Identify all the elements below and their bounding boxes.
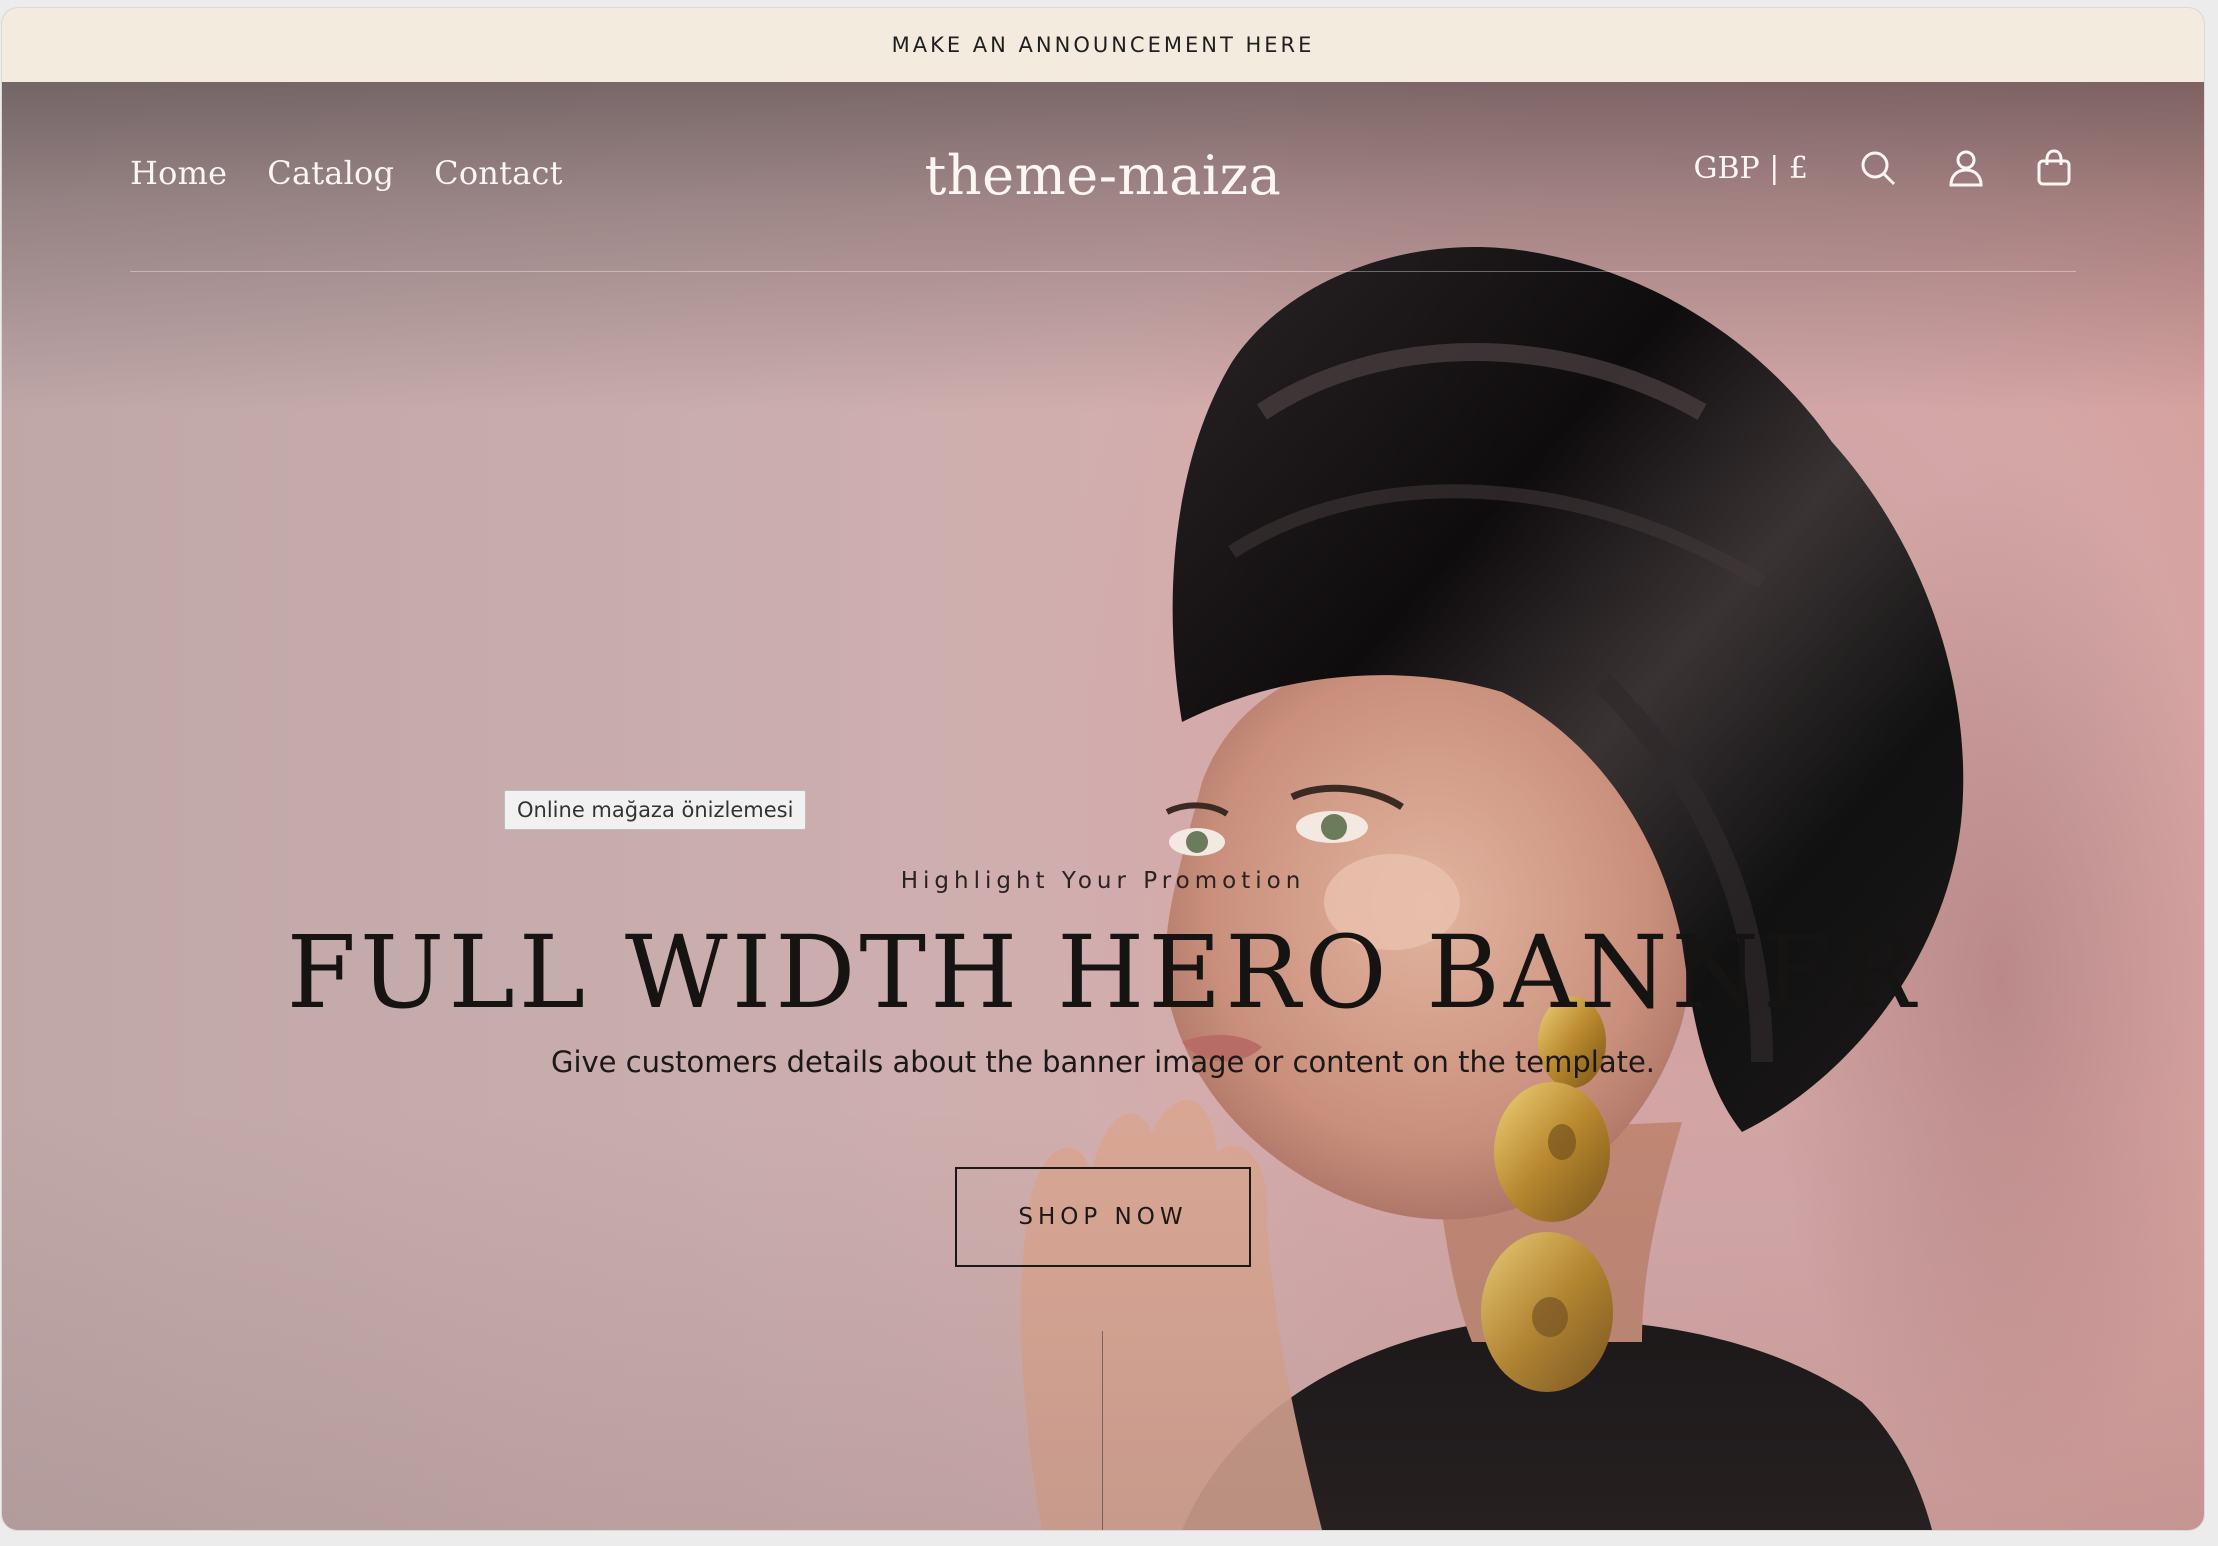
browser-viewport: MAKE AN ANNOUNCEMENT HERE Home Catalog C… — [2, 8, 2204, 1530]
account-icon[interactable] — [1944, 146, 1988, 190]
hero-content: Highlight Your Promotion FULL WIDTH HERO… — [2, 868, 2204, 1267]
announcement-text: MAKE AN ANNOUNCEMENT HERE — [891, 33, 1315, 57]
preview-tooltip: Online mağaza önizlemesi — [504, 790, 807, 830]
hero-banner — [2, 82, 2204, 1530]
currency-selector[interactable]: GBP | £ — [1694, 151, 1808, 186]
site-header: Home Catalog Contact theme-maiza GBP | £ — [130, 82, 2076, 272]
nav-catalog[interactable]: Catalog — [267, 154, 394, 192]
search-icon[interactable] — [1856, 146, 1900, 190]
nav-contact[interactable]: Contact — [434, 154, 562, 192]
main-nav: Home Catalog Contact — [130, 154, 563, 192]
hero-headline: FULL WIDTH HERO BANNER — [286, 914, 1920, 1031]
cart-icon[interactable] — [2032, 146, 2076, 190]
scroll-indicator — [1102, 1331, 1103, 1530]
hero-subheading: Highlight Your Promotion — [900, 868, 1306, 894]
nav-home[interactable]: Home — [130, 154, 227, 192]
site-logo[interactable]: theme-maiza — [925, 144, 1282, 207]
shop-now-button[interactable]: SHOP NOW — [955, 1167, 1251, 1267]
header-utilities: GBP | £ — [1694, 146, 2076, 190]
announcement-bar: MAKE AN ANNOUNCEMENT HERE — [2, 8, 2204, 82]
hero-description: Give customers details about the banner … — [550, 1045, 1656, 1079]
